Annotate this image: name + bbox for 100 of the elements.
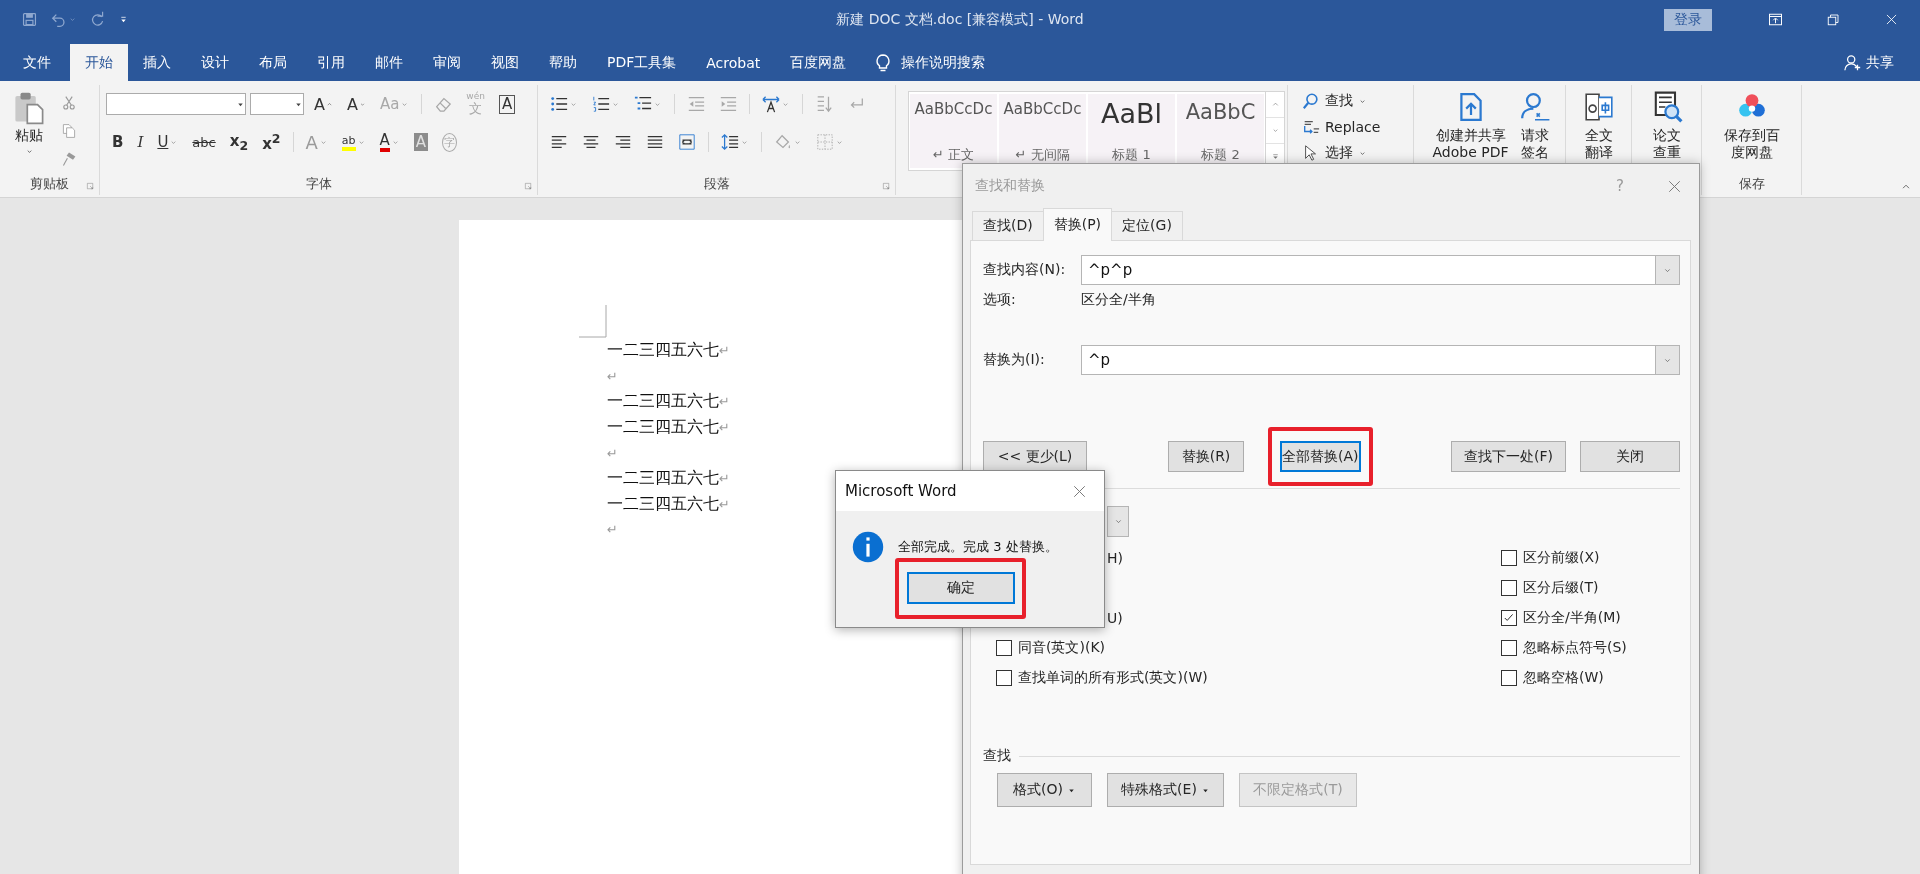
copy-icon xyxy=(61,123,77,139)
ribbon-tab[interactable]: 视图 xyxy=(476,44,534,81)
ribbon-tab[interactable]: 审阅 xyxy=(418,44,476,81)
redo-icon xyxy=(89,11,106,28)
ribbon-tab[interactable]: 帮助 xyxy=(534,44,592,81)
ribbon-tab[interactable]: Acrobat xyxy=(691,44,776,81)
share-button[interactable]: 共享 xyxy=(1844,44,1894,81)
superscript-button[interactable]: x$^{2}$ xyxy=(256,130,287,154)
ok-button[interactable]: 确定 xyxy=(907,572,1015,604)
alignleft-icon xyxy=(550,133,568,151)
dialog-button[interactable]: 替换(R) xyxy=(1168,441,1244,472)
alignright-icon xyxy=(614,133,632,151)
highlight-button[interactable]: ab xyxy=(335,130,372,154)
dropdown-button[interactable] xyxy=(1655,345,1680,375)
checkmark-icon xyxy=(1503,612,1515,624)
translate-button[interactable]: 全文翻译 xyxy=(1582,91,1615,173)
checkbox-label: 区分后缀(T) xyxy=(1523,579,1599,597)
ribbon-tab[interactable]: PDF工具集 xyxy=(592,44,692,81)
save-to-cloud-button[interactable]: 保存到百度网盘 xyxy=(1722,91,1781,173)
dialog-title: 查找和替换 xyxy=(975,177,1046,195)
dropdown-button[interactable] xyxy=(1655,255,1680,285)
ribbon-tab[interactable]: 邮件 xyxy=(360,44,418,81)
brush-icon xyxy=(61,151,77,167)
ribbon-tab[interactable]: 引用 xyxy=(302,44,360,81)
dialog-launcher-button[interactable] xyxy=(86,182,95,191)
close-icon xyxy=(1666,178,1682,194)
ribbon-tab[interactable]: 文件 xyxy=(8,44,66,81)
checkbox-label: 忽略空格(W) xyxy=(1523,669,1604,687)
document-text: 一二三四五六七 xyxy=(607,493,719,515)
numbering-icon xyxy=(592,95,610,113)
ribbon-tab[interactable]: 布局 xyxy=(244,44,302,81)
checkbox[interactable] xyxy=(1501,670,1517,686)
dialog-button[interactable]: 查找下一处(F) xyxy=(1451,441,1566,472)
window-title: 新建 DOC 文档.doc [兼容模式] - Word xyxy=(835,10,1085,29)
strikethrough-button[interactable]: abc xyxy=(186,130,222,154)
ribbon-tab[interactable]: 百度网盘 xyxy=(775,44,862,81)
dialog-tab[interactable]: 查找(D) xyxy=(972,211,1044,240)
dialog-button[interactable]: 格式(O) xyxy=(997,773,1092,807)
bold-button[interactable]: B xyxy=(106,130,130,154)
paragraph-mark: ↵ xyxy=(719,420,730,436)
checkbox[interactable] xyxy=(996,670,1012,686)
option-label: U) xyxy=(1107,609,1123,628)
font-size-field[interactable] xyxy=(250,93,304,115)
checkbox[interactable] xyxy=(996,640,1012,656)
paragraph-mark: ↵ xyxy=(719,471,730,487)
checkbox[interactable] xyxy=(1501,610,1517,626)
replace-button[interactable]: Replace xyxy=(1302,115,1381,139)
checkbox[interactable] xyxy=(1501,580,1517,596)
search-icon xyxy=(1302,92,1320,110)
paragraph-mark: ↵ xyxy=(719,496,730,512)
underline-button[interactable]: U xyxy=(151,130,185,154)
launcher-icon xyxy=(86,182,95,191)
tell-me-search[interactable]: 操作说明搜索 xyxy=(901,53,986,72)
checkbox-label: 区分全/半角(M) xyxy=(1523,609,1621,627)
find-what-field[interactable]: ^p^p xyxy=(1081,255,1655,285)
shrink-font-button[interactable]: A xyxy=(340,92,372,116)
login-button[interactable]: 登录 xyxy=(1664,8,1712,31)
field-label: 查找内容(N): xyxy=(983,261,1067,279)
dropdown-button[interactable] xyxy=(1107,506,1129,537)
ribbon-tab[interactable]: 开始 xyxy=(70,44,128,81)
cnlayout-icon xyxy=(762,95,780,113)
grow-font-button[interactable]: A xyxy=(308,92,339,116)
font-color-button[interactable]: A xyxy=(373,130,406,154)
find-button[interactable]: 查找 xyxy=(1302,89,1381,113)
outdent-icon xyxy=(687,95,705,113)
share-pdf-button[interactable]: 创建并共享 Adobe PDF xyxy=(1428,91,1513,173)
options-value: 区分全/半角 xyxy=(1081,291,1156,309)
paragraph-mark: ↵ xyxy=(719,394,730,410)
select-button[interactable]: 选择 xyxy=(1302,141,1381,165)
ribbon-tab[interactable]: 插入 xyxy=(128,44,186,81)
dialog-button[interactable]: 全部替换(A) xyxy=(1280,441,1361,472)
person-icon xyxy=(1844,53,1862,72)
checkbox[interactable] xyxy=(1501,640,1517,656)
subscript-button[interactable]: x$_{2}$ xyxy=(223,130,255,154)
replace-with-field[interactable]: ^p xyxy=(1081,345,1655,375)
italic-button[interactable]: I xyxy=(131,130,150,154)
launcher-icon xyxy=(524,182,533,191)
dialog-button[interactable]: 关闭 xyxy=(1580,441,1680,472)
more-icon xyxy=(1270,152,1280,161)
request-signature-button[interactable]: 请求签名 xyxy=(1518,91,1551,173)
dialog-launcher-button[interactable] xyxy=(524,182,533,191)
distribute-icon xyxy=(678,133,696,151)
font-name-field[interactable] xyxy=(106,93,246,115)
dialog-button[interactable]: 特殊格式(E) xyxy=(1107,773,1224,807)
aligncenter-icon xyxy=(582,133,600,151)
ribbon-tab[interactable]: 设计 xyxy=(186,44,244,81)
document-text: 一二三四五六七 xyxy=(607,340,719,362)
dialog-tab[interactable]: 定位(G) xyxy=(1111,211,1183,240)
style-tile[interactable]: AaBbCcDc ↵ 正文 xyxy=(910,94,997,168)
caret-icon xyxy=(68,15,77,24)
checkbox-label: 区分前缀(X) xyxy=(1523,549,1600,567)
indent-icon xyxy=(719,95,737,113)
dialog-button[interactable]: << 更少(L) xyxy=(983,441,1087,472)
dialog-launcher-button[interactable] xyxy=(882,182,891,191)
group-label: 段落 xyxy=(703,175,730,193)
paste-button[interactable]: 粘贴 xyxy=(6,85,52,173)
save-icon xyxy=(21,11,38,28)
justify-icon xyxy=(646,133,664,151)
checkbox[interactable] xyxy=(1501,550,1517,566)
dialog-tab[interactable]: 替换(P) xyxy=(1042,208,1113,241)
